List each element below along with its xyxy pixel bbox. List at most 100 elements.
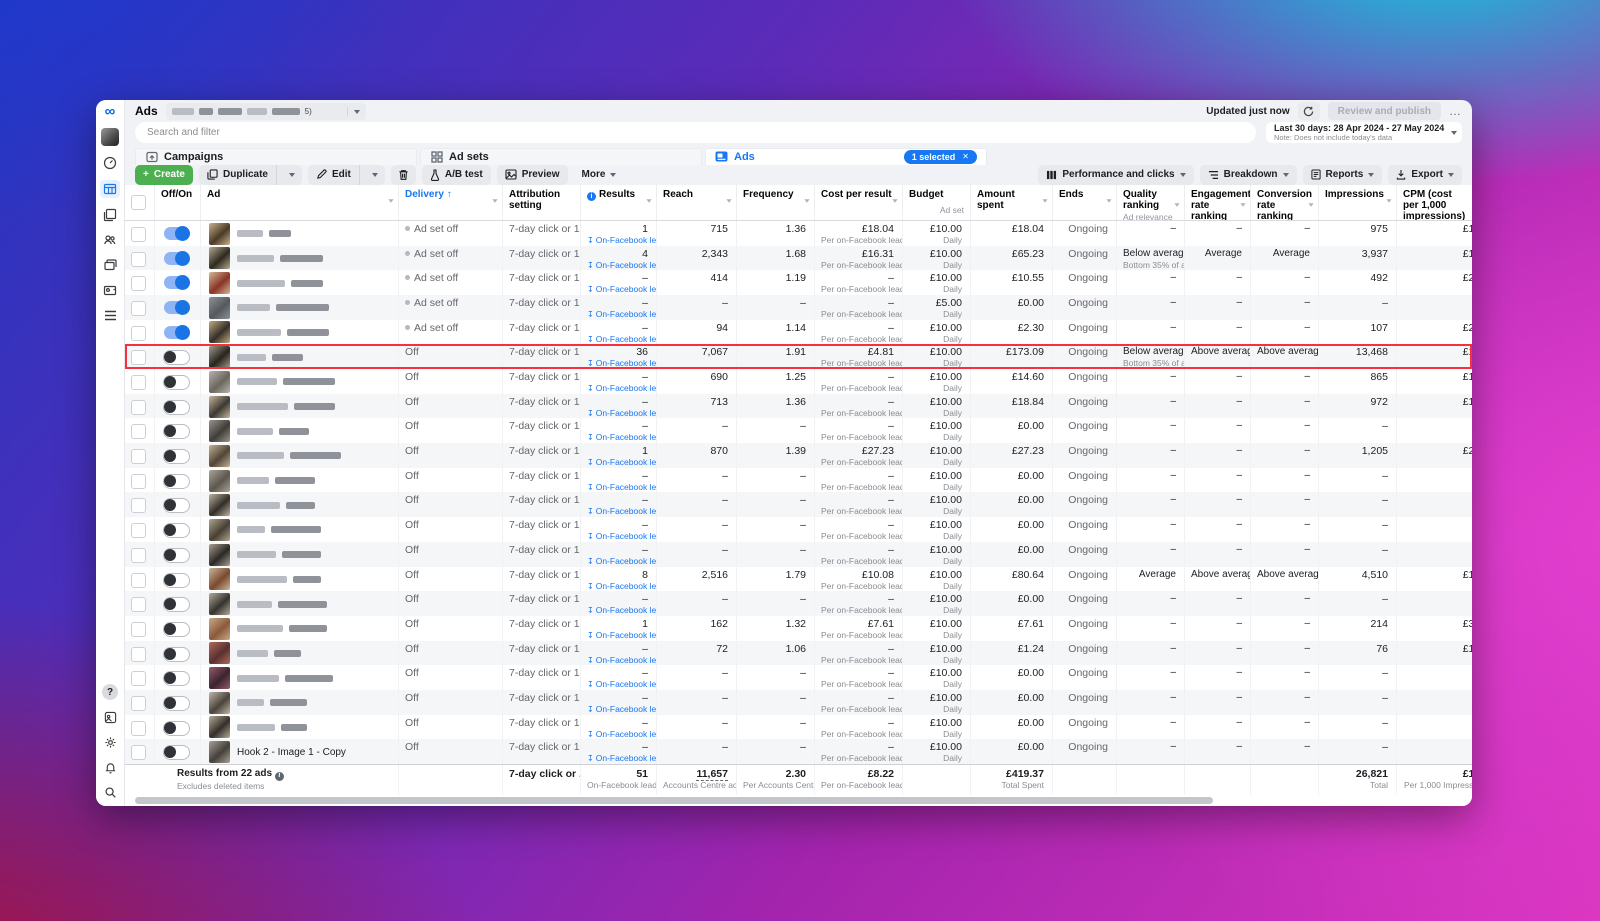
row-checkbox[interactable]	[125, 640, 155, 666]
ad-toggle[interactable]	[155, 566, 201, 592]
help-icon[interactable]: ?	[102, 684, 118, 700]
table-row[interactable]: Ad set off 7-day click or 1... – ↧ On-Facebo…	[125, 270, 1472, 295]
footer-reach[interactable]: 11,657Accounts Centre acco...	[657, 765, 737, 795]
columns-button[interactable]: Performance and clicks	[1038, 164, 1194, 185]
ad-toggle[interactable]	[155, 467, 201, 493]
row-checkbox[interactable]	[125, 517, 155, 542]
ad-name-cell[interactable]	[201, 344, 399, 369]
ad-name-cell[interactable]	[201, 319, 399, 345]
on-facebook-leads-link[interactable]: ↧On-Facebook lead	[587, 506, 656, 517]
table-row[interactable]: Off7-day click or 1...1↧On-Facebook lead…	[125, 615, 1472, 641]
ad-name-cell[interactable]	[201, 566, 399, 592]
ad-toggle[interactable]	[155, 541, 201, 567]
selected-count-badge[interactable]: 1 selected ✕	[903, 149, 977, 164]
row-checkbox[interactable]	[125, 566, 155, 592]
header-quality-ranking[interactable]: Quality rankingAd relevance ...	[1117, 184, 1185, 220]
ad-toggle[interactable]	[155, 714, 201, 740]
header-attribution[interactable]: Attribution setting	[503, 184, 581, 220]
header-impressions[interactable]: Impressions	[1319, 184, 1397, 220]
ad-toggle[interactable]	[155, 492, 201, 518]
meta-logo-icon[interactable]: ∞	[105, 104, 116, 119]
on-facebook-leads-link[interactable]: ↧On-Facebook lead	[587, 605, 656, 616]
reports-button[interactable]: Reports	[1302, 164, 1383, 185]
on-facebook-leads-link[interactable]: ↧On-Facebook lead	[587, 309, 656, 320]
all-tools-menu-icon[interactable]	[102, 307, 118, 323]
on-facebook-leads-link[interactable]: ↧On-Facebook lead	[587, 432, 656, 443]
row-checkbox[interactable]	[125, 344, 155, 369]
widgets-icon[interactable]	[102, 709, 118, 725]
row-checkbox[interactable]	[125, 492, 155, 518]
campaigns-table-icon[interactable]	[100, 180, 120, 198]
header-ends[interactable]: Ends	[1053, 184, 1117, 220]
on-facebook-leads-link[interactable]: ↧On-Facebook lead	[587, 482, 656, 493]
header-results[interactable]: i Results	[581, 184, 657, 220]
scrollbar-thumb[interactable]	[135, 797, 1213, 804]
ad-name-cell[interactable]: Hook 2 - Image 1 - Copy	[201, 739, 399, 764]
ads-manager-gauge-icon[interactable]	[102, 155, 118, 171]
duplicate-dropdown[interactable]	[282, 165, 302, 185]
row-checkbox[interactable]	[125, 369, 155, 394]
ad-name-cell[interactable]	[201, 689, 399, 715]
on-facebook-leads-link[interactable]: ↧On-Facebook lead	[587, 408, 656, 419]
review-and-publish-button[interactable]: Review and publish	[1327, 102, 1441, 120]
row-checkbox[interactable]	[125, 739, 155, 764]
billing-icon[interactable]	[102, 257, 118, 273]
row-checkbox[interactable]	[125, 615, 155, 641]
table-row[interactable]: Off7-day click or 1...–↧On-Facebook lead…	[125, 492, 1472, 518]
ad-name-cell[interactable]	[201, 541, 399, 567]
table-row[interactable]: Ad set off 7-day click or 1... – ↧ On-Facebo…	[125, 319, 1472, 345]
table-row[interactable]: Off7-day click or 1...–↧On-Facebook lead…	[125, 541, 1472, 567]
on-facebook-leads-link[interactable]: ↧On-Facebook lead	[587, 655, 656, 666]
ad-toggle[interactable]	[155, 270, 201, 295]
row-checkbox[interactable]	[125, 467, 155, 493]
table-row[interactable]: Ad set off 7-day click or 1... 1 ↧ On-Facebo…	[125, 220, 1472, 246]
table-row[interactable]: Off7-day click or 1...–↧On-Facebook lead…	[125, 369, 1472, 394]
on-facebook-leads-link[interactable]: ↧On-Facebook lead	[587, 334, 656, 345]
row-checkbox[interactable]	[125, 220, 155, 246]
tab-ad-sets[interactable]: Ad sets	[420, 148, 702, 165]
ad-name-cell[interactable]	[201, 665, 399, 690]
ad-name-cell[interactable]	[201, 270, 399, 295]
tab-campaigns[interactable]: Campaigns	[135, 148, 417, 165]
on-facebook-leads-link[interactable]: ↧On-Facebook lead	[587, 531, 656, 542]
on-facebook-leads-link[interactable]: ↧On-Facebook lead	[587, 704, 656, 715]
date-range-selector[interactable]: Last 30 days: 28 Apr 2024 - 27 May 2024 …	[1266, 122, 1462, 143]
ad-name-cell[interactable]	[201, 393, 399, 419]
header-delivery[interactable]: Delivery ↑	[399, 184, 503, 220]
table-row[interactable]: Off7-day click or 1...8↧On-Facebook lead…	[125, 566, 1472, 592]
ad-toggle[interactable]	[155, 220, 201, 246]
on-facebook-leads-link[interactable]: ↧On-Facebook lead	[587, 679, 656, 690]
row-checkbox[interactable]	[125, 443, 155, 468]
header-ad[interactable]: Ad	[201, 184, 399, 220]
edit-dropdown[interactable]	[365, 165, 385, 185]
row-checkbox[interactable]	[125, 393, 155, 419]
ad-toggle[interactable]	[155, 689, 201, 715]
search-input[interactable]	[135, 122, 1256, 143]
ad-toggle[interactable]	[155, 517, 201, 542]
ads-reporting-icon[interactable]	[102, 207, 118, 223]
header-budget[interactable]: Budget Ad set	[903, 184, 971, 220]
ab-test-button[interactable]: A/B test	[421, 164, 491, 185]
ad-toggle[interactable]	[155, 640, 201, 666]
refresh-icon[interactable]	[1297, 102, 1320, 120]
row-checkbox[interactable]	[125, 689, 155, 715]
header-amount-spent[interactable]: Amount spent	[971, 184, 1053, 220]
header-engagement-ranking[interactable]: Engagement rate rankingAd relevance ...	[1185, 184, 1251, 220]
ad-toggle[interactable]	[155, 245, 201, 271]
ad-name-cell[interactable]	[201, 369, 399, 394]
row-checkbox[interactable]	[125, 245, 155, 271]
delete-button[interactable]	[390, 164, 416, 185]
ad-name-cell[interactable]	[201, 467, 399, 493]
row-checkbox[interactable]	[125, 270, 155, 295]
ad-name-cell[interactable]	[201, 443, 399, 468]
header-conversion-ranking[interactable]: Conversion rate rankingAd relevance ...	[1251, 184, 1319, 220]
export-button[interactable]: Export	[1388, 164, 1462, 185]
account-avatar[interactable]	[101, 128, 119, 146]
ad-toggle[interactable]	[155, 294, 201, 320]
table-row[interactable]: Off7-day click or 1...–↧On-Facebook lead…	[125, 689, 1472, 715]
ad-toggle[interactable]	[155, 615, 201, 641]
ad-toggle[interactable]	[155, 665, 201, 690]
ad-toggle[interactable]	[155, 591, 201, 616]
breakdown-button[interactable]: Breakdown	[1199, 164, 1297, 185]
ad-name-cell[interactable]	[201, 714, 399, 740]
